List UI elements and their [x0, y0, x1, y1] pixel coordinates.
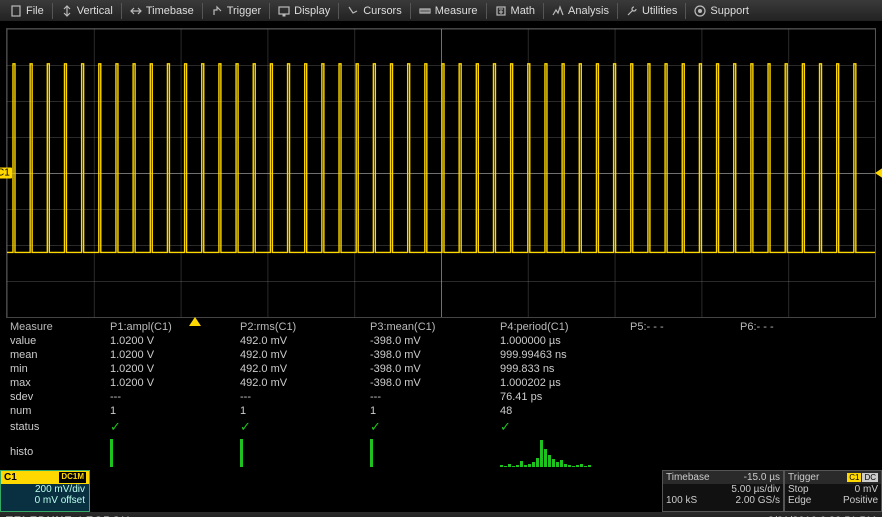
- measure-row: min1.0200 V492.0 mV-398.0 mV999.833 ns: [6, 362, 876, 376]
- menu-measure[interactable]: Measure: [411, 3, 486, 19]
- trigger-position-marker[interactable]: [189, 317, 201, 326]
- menu-vertical[interactable]: Vertical: [53, 3, 121, 19]
- brand-bar: TELEDYNELECROY 2/21/2016 6:22:51 PM: [0, 512, 882, 517]
- trigger-descriptor[interactable]: TriggerC1DC Stop0 mV EdgePositive: [784, 470, 882, 512]
- channel-descriptor-c1[interactable]: C1DC1M 200 mV/div 0 mV offset: [0, 470, 90, 512]
- cursors-icon: [347, 5, 359, 17]
- menu-timebase[interactable]: Timebase: [122, 3, 202, 19]
- trigger-icon: [211, 5, 223, 17]
- menu-utilities[interactable]: Utilities: [618, 3, 685, 19]
- menu-display[interactable]: Display: [270, 3, 338, 19]
- histo-p1: [110, 437, 232, 467]
- measure-row: sdev---------76.41 ps: [6, 390, 876, 404]
- timebase-descriptor[interactable]: Timebase-15.0 µs 5.00 µs/div 100 kS2.00 …: [662, 470, 784, 512]
- menu-bar: File Vertical Timebase Trigger Display C…: [0, 0, 882, 22]
- menu-cursors[interactable]: Cursors: [339, 3, 410, 19]
- measure-row: num11148: [6, 404, 876, 418]
- histo-p4: [500, 437, 622, 467]
- measure-icon: [419, 5, 431, 17]
- waveform-display[interactable]: C1: [6, 28, 876, 318]
- measure-header-row: Measure P1:ampl(C1) P2:rms(C1) P3:mean(C…: [6, 320, 876, 334]
- menu-file[interactable]: File: [2, 3, 52, 19]
- display-icon: [278, 5, 290, 17]
- measurement-panel: Measure P1:ampl(C1) P2:rms(C1) P3:mean(C…: [6, 320, 876, 468]
- support-icon: [694, 5, 706, 17]
- math-icon: [495, 5, 507, 17]
- file-icon: [10, 5, 22, 17]
- menu-analysis[interactable]: Analysis: [544, 3, 617, 19]
- measure-histo-row: histo: [6, 436, 876, 468]
- analysis-icon: [552, 5, 564, 17]
- measure-row: mean1.0200 V492.0 mV-398.0 mV999.99463 n…: [6, 348, 876, 362]
- measure-row: value1.0200 V492.0 mV-398.0 mV1.000000 µ…: [6, 334, 876, 348]
- measure-status-row: status ✓ ✓✓✓: [6, 418, 876, 436]
- utilities-icon: [626, 5, 638, 17]
- vertical-icon: [61, 5, 73, 17]
- histo-p3: [370, 437, 492, 467]
- measure-row: max1.0200 V492.0 mV-398.0 mV1.000202 µs: [6, 376, 876, 390]
- status-check-icon: ✓: [106, 418, 236, 436]
- menu-support[interactable]: Support: [686, 3, 757, 19]
- menu-trigger[interactable]: Trigger: [203, 3, 269, 19]
- timebase-icon: [130, 5, 142, 17]
- histo-p2: [240, 437, 362, 467]
- status-strip: C1DC1M 200 mV/div 0 mV offset Timebase-1…: [0, 470, 882, 512]
- menu-math[interactable]: Math: [487, 3, 543, 19]
